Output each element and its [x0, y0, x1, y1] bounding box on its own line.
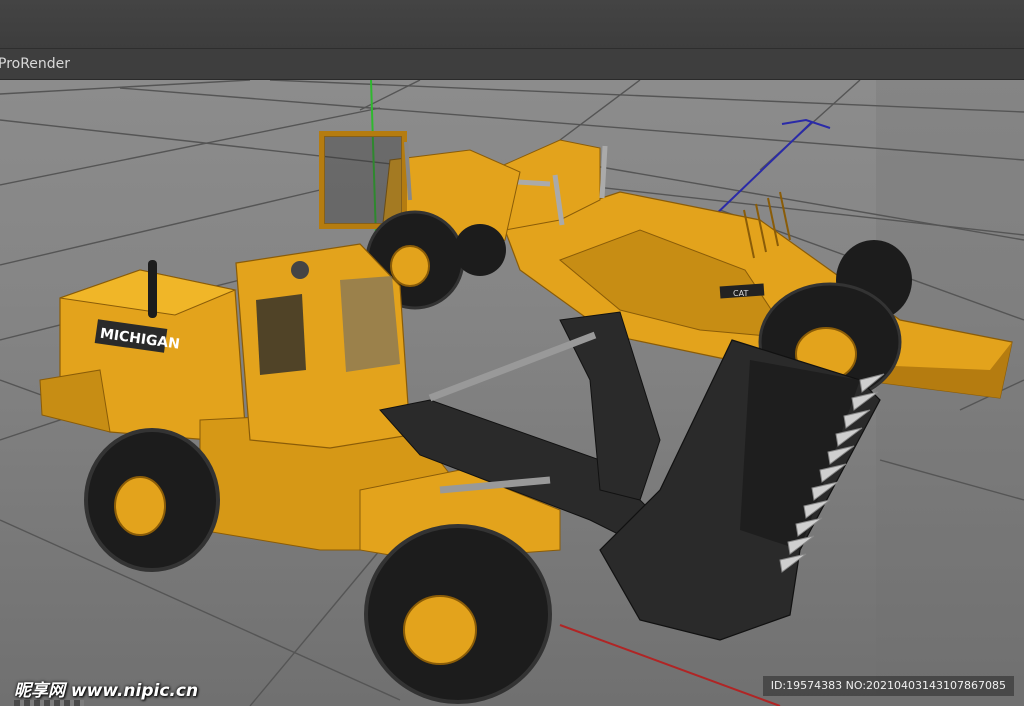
menu-toolbar-area [0, 0, 1024, 48]
axis-x-line [559, 624, 781, 706]
loader-cab-window-left [256, 294, 306, 375]
viewport-scene: CAT MICHIGAN [0, 80, 1024, 706]
loader-cab-window-right [340, 276, 400, 372]
viewport-side-shade [876, 80, 1024, 706]
loader-cab-light [291, 261, 309, 279]
watermark-underline [14, 700, 84, 706]
scraper-badge: CAT [733, 289, 748, 298]
scraper-front-hub [390, 245, 430, 287]
scraper-front-wheel-far [454, 224, 506, 276]
loader-exhaust-stack [148, 260, 157, 318]
watermark-id: ID:19574383 NO:20210403143107867085 [762, 676, 1014, 696]
app-window: ProRender CAT MICHIGAN 昵享网 www.nipic.cn … [0, 0, 1024, 706]
viewport-header: ProRender [0, 48, 1024, 80]
loader-rear-hub [114, 476, 166, 536]
loader-front-hub [403, 595, 477, 665]
viewport-renderer-label[interactable]: ProRender [0, 56, 70, 72]
scraper-cab-glass [324, 136, 402, 224]
3d-viewport[interactable]: CAT MICHIGAN [0, 80, 1024, 706]
watermark-site: 昵享网 www.nipic.cn [14, 681, 199, 701]
